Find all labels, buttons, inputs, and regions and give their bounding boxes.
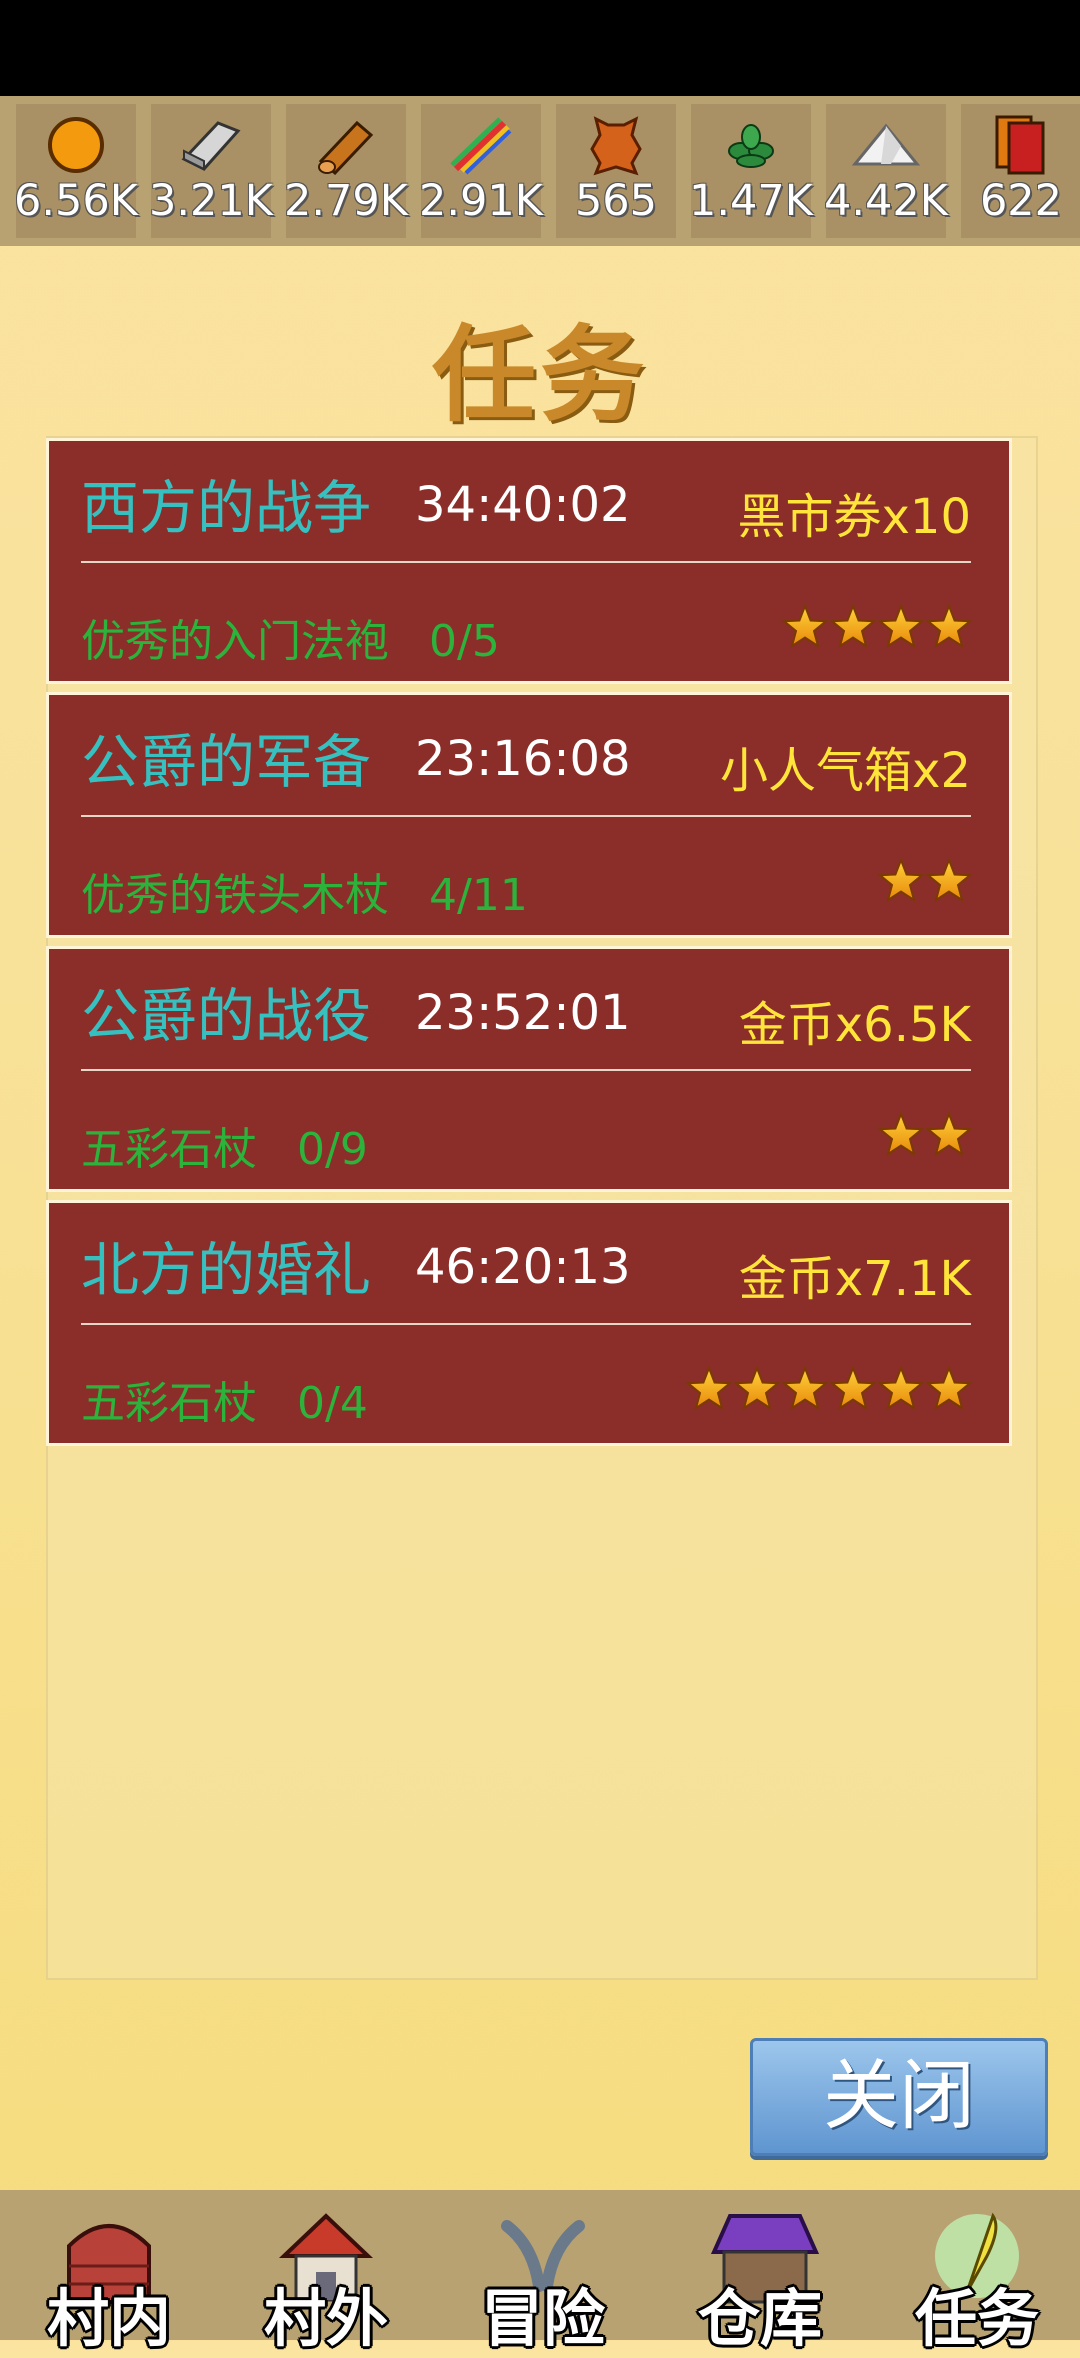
quest-name: 公爵的军备 xyxy=(81,728,372,796)
quest-reward: 黑市券x10 xyxy=(737,489,972,545)
resource-value: 1.47K xyxy=(689,176,813,226)
divider xyxy=(81,1069,971,1071)
resource-crayon: 2.91K xyxy=(419,104,543,238)
resource-ticket: 622 xyxy=(961,104,1080,238)
quest-card[interactable]: 北方的婚礼 46:20:13 金币x7.1K 五彩石杖 0/4 xyxy=(46,1200,1012,1446)
quest-reward: 金币x6.5K xyxy=(738,997,971,1053)
close-button[interactable]: 关闭 xyxy=(750,2038,1048,2156)
quest-timer: 34:40:02 xyxy=(415,477,631,533)
herb-icon xyxy=(691,110,811,180)
divider xyxy=(81,561,971,563)
quest-progress: 0/5 xyxy=(429,616,500,667)
nav-tab-adventure[interactable]: 冒险 xyxy=(468,2200,618,2355)
star-icon xyxy=(829,1365,877,1413)
resource-value: 3.21K xyxy=(149,176,273,226)
quest-timer: 46:20:13 xyxy=(415,1239,631,1295)
resource-value: 2.91K xyxy=(419,176,543,226)
quest-card[interactable]: 公爵的军备 23:16:08 小人气箱x2 优秀的铁头木杖 4/11 xyxy=(46,692,1012,938)
quest-requirement: 优秀的入门法袍 0/5 xyxy=(81,605,500,669)
ticket-cards-icon xyxy=(961,110,1080,180)
star-icon xyxy=(733,1365,781,1413)
quest-card[interactable]: 公爵的战役 23:52:01 金币x6.5K 五彩石杖 0/9 xyxy=(46,946,1012,1192)
resource-leather: 565 xyxy=(556,104,676,238)
nav-label: 冒险 xyxy=(480,2282,605,2355)
star-icon xyxy=(685,1365,733,1413)
orange-coin-icon xyxy=(16,110,136,180)
nav-tab-quests[interactable]: 任务 xyxy=(902,2200,1052,2355)
star-icon xyxy=(877,603,925,651)
iron-ingot-icon xyxy=(151,110,271,180)
nav-tab-warehouse[interactable]: 仓库 xyxy=(685,2200,835,2355)
quest-card[interactable]: 西方的战争 34:40:02 黑市券x10 优秀的入门法袍 0/5 xyxy=(46,438,1012,684)
quest-item-name: 优秀的入门法袍 xyxy=(81,616,389,667)
resource-iron: 3.21K xyxy=(149,104,273,238)
quest-progress: 0/9 xyxy=(297,1124,368,1175)
divider xyxy=(81,1323,971,1325)
divider xyxy=(81,815,971,817)
quest-reward: 金币x7.1K xyxy=(738,1251,971,1307)
resource-wood: 2.79K xyxy=(284,104,408,238)
nav-tab-village-inner[interactable]: 村内 xyxy=(34,2200,184,2355)
star-icon xyxy=(925,1111,973,1159)
star-icon xyxy=(877,1365,925,1413)
resource-value: 622 xyxy=(979,176,1063,226)
resource-value: 6.56K xyxy=(14,176,138,226)
leather-hide-icon xyxy=(556,110,676,180)
quest-name: 北方的婚礼 xyxy=(81,1236,372,1304)
quest-requirement: 优秀的铁头木杖 4/11 xyxy=(81,859,528,923)
status-bar xyxy=(0,0,1080,96)
quest-difficulty-stars xyxy=(877,857,973,905)
star-icon xyxy=(877,1111,925,1159)
salt-pile-icon xyxy=(826,110,946,180)
star-icon xyxy=(877,857,925,905)
quest-difficulty-stars xyxy=(685,1365,973,1413)
nav-tab-village-outer[interactable]: 村外 xyxy=(251,2200,401,2355)
resource-coin: 6.56K xyxy=(14,104,138,238)
quest-requirement: 五彩石杖 0/4 xyxy=(81,1367,368,1431)
star-icon xyxy=(829,603,877,651)
quest-requirement: 五彩石杖 0/9 xyxy=(81,1113,368,1177)
nav-label: 任务 xyxy=(914,2282,1039,2355)
quest-reward: 小人气箱x2 xyxy=(720,743,971,799)
quest-difficulty-stars xyxy=(781,603,973,651)
resource-value: 2.79K xyxy=(284,176,408,226)
quest-item-name: 五彩石杖 xyxy=(81,1378,257,1429)
nav-label: 村内 xyxy=(46,2282,171,2355)
star-icon xyxy=(781,1365,829,1413)
nav-label: 仓库 xyxy=(697,2282,822,2355)
star-icon xyxy=(925,603,973,651)
star-icon xyxy=(925,1365,973,1413)
star-icon xyxy=(925,857,973,905)
quest-progress: 0/4 xyxy=(297,1378,368,1429)
resource-value: 4.42K xyxy=(824,176,948,226)
resource-salt: 4.42K xyxy=(824,104,948,238)
rainbow-crayon-icon xyxy=(421,110,541,180)
wood-log-icon xyxy=(286,110,406,180)
resource-herb: 1.47K xyxy=(689,104,813,238)
star-icon xyxy=(781,603,829,651)
quest-item-name: 优秀的铁头木杖 xyxy=(81,870,389,921)
nav-label: 村外 xyxy=(263,2282,388,2355)
resource-value: 565 xyxy=(574,176,658,226)
quest-name: 西方的战争 xyxy=(81,474,372,542)
quest-progress: 4/11 xyxy=(429,870,528,921)
quest-difficulty-stars xyxy=(877,1111,973,1159)
page-title: 任务 xyxy=(431,314,648,436)
quest-timer: 23:52:01 xyxy=(415,985,631,1041)
quest-name: 公爵的战役 xyxy=(81,982,372,1050)
quest-timer: 23:16:08 xyxy=(415,731,631,787)
quest-item-name: 五彩石杖 xyxy=(81,1124,257,1175)
